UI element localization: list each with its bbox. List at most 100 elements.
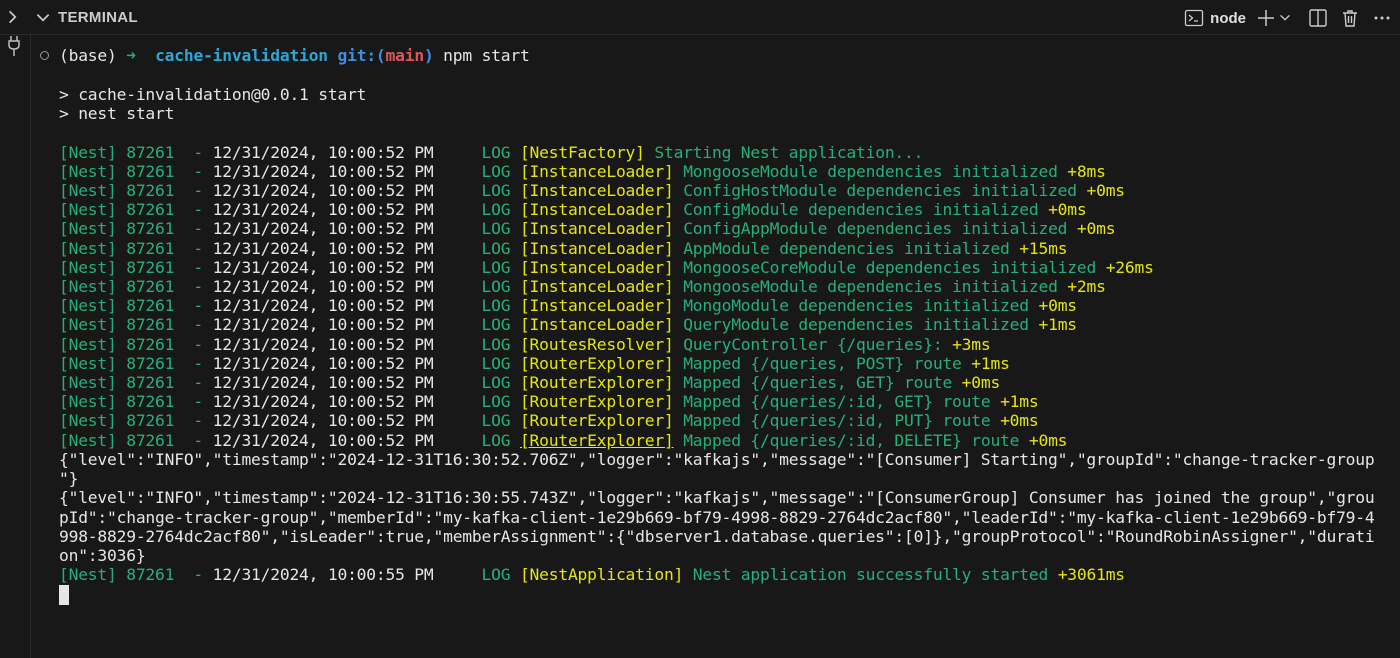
log-prefix: [Nest] 87261 - <box>59 372 213 392</box>
plug-icon[interactable] <box>5 35 23 57</box>
split-terminal-button[interactable] <box>1308 8 1328 28</box>
log-duration: +0ms <box>1028 430 1068 450</box>
log-prefix: [Nest] 87261 - <box>59 315 213 335</box>
git-label: git:( <box>337 46 386 65</box>
log-level: LOG <box>481 296 511 316</box>
log-duration: +0ms <box>1000 411 1039 431</box>
log-duration: +1ms <box>971 353 1010 373</box>
log-timestamp: 12/31/2024, 10:00:52 PM <box>212 334 434 354</box>
log-message: Starting Nest application... <box>654 142 924 162</box>
log-context: [InstanceLoader] <box>519 296 674 316</box>
log-context: [NestFactory] <box>519 142 645 162</box>
chevron-down-icon[interactable] <box>34 9 52 27</box>
log-message: Mapped {/queries/:id, PUT} route <box>683 411 991 431</box>
log-duration: +0ms <box>1048 200 1087 220</box>
log-prefix: [Nest] 87261 - <box>59 142 213 162</box>
log-line: [Nest] 87261 - 12/31/2024, 10:00:52 PM L… <box>59 258 1154 277</box>
log-context: [RouterExplorer] <box>519 372 674 392</box>
log-context: [InstanceLoader] <box>519 200 674 220</box>
chevron-down-icon <box>1280 14 1290 21</box>
trash-icon <box>1343 10 1357 27</box>
log-duration: +8ms <box>1067 161 1106 181</box>
log-prefix: [Nest] 87261 - <box>59 180 213 200</box>
log-line: [Nest] 87261 - 12/31/2024, 10:00:52 PM L… <box>59 373 1000 392</box>
log-prefix: [Nest] 87261 - <box>59 238 213 258</box>
log-message: QueryController {/queries}: <box>683 334 943 354</box>
command-decoration-icon[interactable] <box>40 51 49 60</box>
log-prefix: [Nest] 87261 - <box>59 353 213 373</box>
log-context: [NestApplication] <box>519 565 684 584</box>
log-level: LOG <box>481 430 511 450</box>
log-line: [Nest] 87261 - 12/31/2024, 10:00:52 PM L… <box>59 296 1077 315</box>
log-duration: +1ms <box>1000 392 1039 412</box>
log-message: Mapped {/queries/:id, DELETE} route <box>683 430 1020 450</box>
git-branch: main <box>385 46 425 65</box>
terminal-toolbar: node <box>1178 5 1392 31</box>
log-duration: +2ms <box>1067 276 1106 296</box>
log-message: MongooseModule dependencies initialized <box>683 276 1058 296</box>
log-context: [InstanceLoader] <box>519 315 674 335</box>
log-level: LOG <box>481 353 511 373</box>
log-context: [RouterExplorer] <box>519 353 674 373</box>
log-timestamp: 12/31/2024, 10:00:52 PM <box>212 238 434 258</box>
terminal-icon <box>1185 9 1204 27</box>
log-message: ConfigModule dependencies initialized <box>683 200 1039 220</box>
log-message: MongooseModule dependencies initialized <box>683 161 1058 181</box>
log-prefix: [Nest] 87261 - <box>59 392 213 412</box>
log-message: QueryModule dependencies initialized <box>683 315 1029 335</box>
log-timestamp: 12/31/2024, 10:00:52 PM <box>212 430 434 450</box>
log-level: LOG <box>481 161 511 181</box>
log-duration: +1ms <box>1038 315 1077 335</box>
log-context: [InstanceLoader] <box>519 180 674 200</box>
log-duration: +3061ms <box>1057 565 1125 584</box>
log-timestamp: 12/31/2024, 10:00:52 PM <box>212 411 434 431</box>
more-actions-button[interactable] <box>1372 8 1392 28</box>
log-context: [InstanceLoader] <box>519 161 674 181</box>
log-prefix: [Nest] 87261 - <box>59 276 213 296</box>
json-output-line: 998-8829-2764dc2acf80","isLeader":true,"… <box>59 526 1375 546</box>
prompt-arrow-icon: ➜ <box>126 46 136 65</box>
git-label-close: ) <box>423 46 434 65</box>
current-directory: cache-invalidation <box>155 46 328 65</box>
log-duration: +0ms <box>961 372 1001 392</box>
log-message: ConfigAppModule dependencies initialized <box>683 219 1068 239</box>
log-line: [Nest] 87261 - 12/31/2024, 10:00:52 PM L… <box>59 219 1116 239</box>
terminal-cursor <box>59 585 69 605</box>
log-duration: +26ms <box>1105 257 1154 277</box>
log-message: ConfigHostModule dependencies initialize… <box>683 180 1077 200</box>
log-level: LOG <box>481 411 511 431</box>
log-line: [Nest] 87261 - 12/31/2024, 10:00:52 PM L… <box>59 200 1087 219</box>
log-timestamp: 12/31/2024, 10:00:52 PM <box>212 372 434 392</box>
terminal-output[interactable]: (base) ➜ cache-invalidation git:(main) n… <box>31 35 1400 658</box>
chevron-right-icon[interactable] <box>4 8 22 26</box>
log-message: Mapped {/queries, POST} route <box>683 353 962 373</box>
log-timestamp: 12/31/2024, 10:00:52 PM <box>212 276 434 296</box>
log-message: Mapped {/queries, GET} route <box>683 372 953 392</box>
conda-env: (base) <box>59 46 117 65</box>
new-terminal-button[interactable] <box>1256 8 1276 28</box>
log-level: LOG <box>481 334 511 354</box>
log-timestamp: 12/31/2024, 10:00:55 PM <box>212 565 434 584</box>
log-level: LOG <box>481 142 511 162</box>
kill-terminal-button[interactable] <box>1340 8 1360 28</box>
log-prefix: [Nest] 87261 - <box>59 430 213 450</box>
log-timestamp: 12/31/2024, 10:00:52 PM <box>212 161 434 181</box>
shell-name-label: node <box>1210 9 1246 27</box>
log-timestamp: 12/31/2024, 10:00:52 PM <box>212 315 434 335</box>
log-duration: +0ms <box>1076 219 1116 239</box>
log-level: LOG <box>481 565 511 584</box>
log-timestamp: 12/31/2024, 10:00:52 PM <box>212 180 434 200</box>
terminal-shell-selector[interactable]: node <box>1184 8 1250 28</box>
command-text: npm start <box>443 46 530 65</box>
log-level: LOG <box>481 315 511 335</box>
log-level: LOG <box>481 219 511 239</box>
log-context: [InstanceLoader] <box>519 238 674 258</box>
log-message: Mapped {/queries/:id, GET} route <box>683 392 991 412</box>
log-timestamp: 12/31/2024, 10:00:52 PM <box>212 353 434 373</box>
log-line: [Nest] 87261 - 12/31/2024, 10:00:52 PM L… <box>59 411 1039 430</box>
terminal-dropdown-button[interactable] <box>1278 11 1292 25</box>
log-prefix: [Nest] 87261 - <box>59 565 213 584</box>
npm-output-line: > cache-invalidation@0.0.1 start <box>59 84 367 104</box>
log-line: [Nest] 87261 - 12/31/2024, 10:00:52 PM L… <box>59 392 1039 411</box>
log-context: [InstanceLoader] <box>519 276 674 296</box>
